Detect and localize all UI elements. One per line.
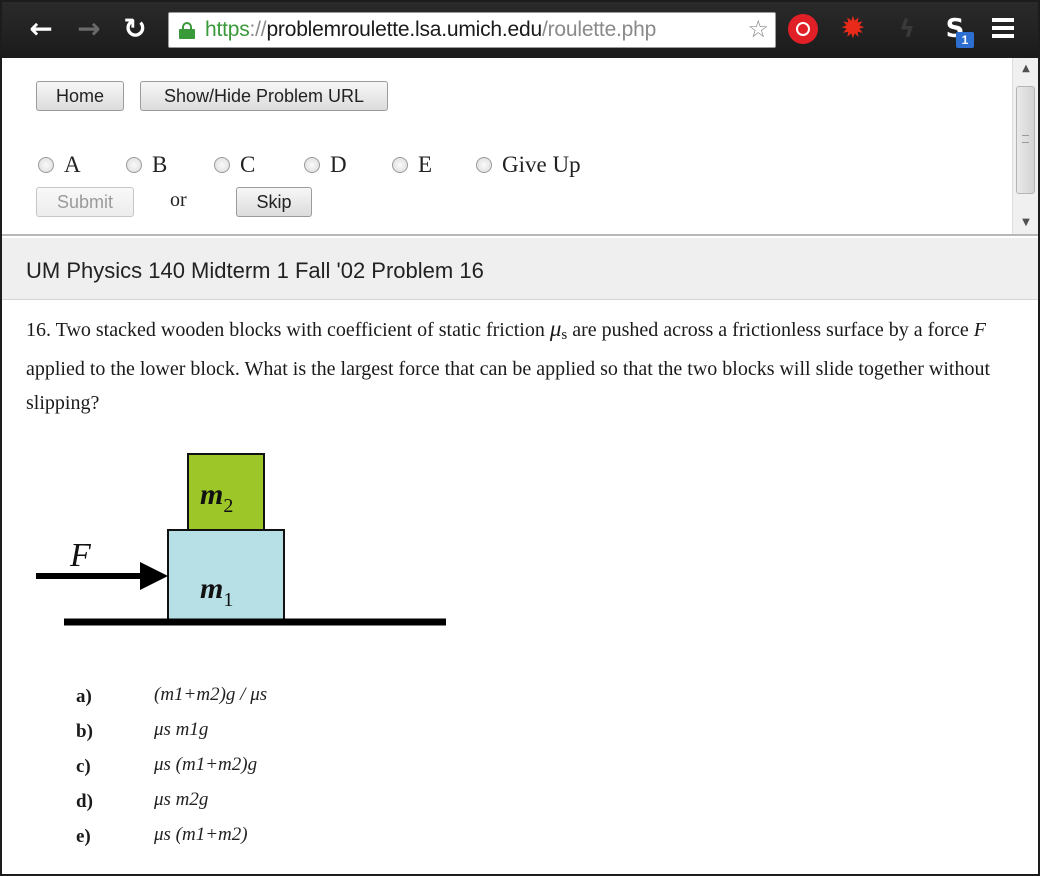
lock-icon bbox=[179, 22, 195, 39]
address-bar[interactable]: https://problemroulette.lsa.umich.edu/ro… bbox=[168, 12, 776, 48]
answer-item: d) μs m2g bbox=[76, 787, 476, 822]
answer-list: a) (m1+m2)g / μs b) μs m1g c) μs (m1+m2)g d… bbox=[76, 682, 476, 857]
forward-icon[interactable]: → bbox=[72, 12, 106, 46]
answer-expression: μs m1g bbox=[154, 719, 209, 740]
radio-icon[interactable] bbox=[38, 157, 54, 173]
answer-item: b) μs m1g bbox=[76, 717, 476, 752]
blocks-diagram: F m2 m1 bbox=[36, 453, 446, 626]
scroll-up-icon[interactable]: ▲ bbox=[1013, 58, 1039, 80]
radio-icon[interactable] bbox=[126, 157, 142, 173]
choice-e[interactable]: E bbox=[392, 150, 432, 180]
choice-give-up[interactable]: Give Up bbox=[476, 150, 581, 180]
red-extension-icon[interactable] bbox=[788, 14, 818, 44]
browser-toolbar: ← → ↻ https://problemroulette.lsa.umich.… bbox=[2, 2, 1038, 58]
statement-part: applied to the lower block. What is the … bbox=[26, 358, 991, 414]
answer-expression: μs (m1+m2)g bbox=[154, 754, 258, 775]
scroll-down-icon[interactable]: ▼ bbox=[1013, 212, 1039, 234]
problem-statement: 16. Two stacked wooden blocks with coeff… bbox=[26, 312, 1026, 420]
answer-letter: e) bbox=[76, 826, 91, 847]
home-button[interactable]: Home bbox=[36, 81, 124, 111]
problem-header: UM Physics 140 Midterm 1 Fall '02 Proble… bbox=[2, 238, 1038, 300]
url-scheme: https bbox=[205, 18, 250, 41]
statement-part: are pushed across a frictionless surface… bbox=[567, 319, 974, 341]
choice-b[interactable]: B bbox=[126, 150, 167, 180]
submit-button[interactable]: Submit bbox=[36, 187, 134, 217]
star-icon[interactable]: ☆ bbox=[745, 15, 769, 43]
skype-icon[interactable]: S1 bbox=[940, 14, 974, 48]
force-symbol: F bbox=[973, 319, 986, 341]
force-label: F bbox=[69, 537, 92, 574]
url-slashes: :// bbox=[249, 18, 267, 41]
bolt-extension-icon[interactable]: ϟ bbox=[892, 14, 922, 44]
reload-icon[interactable]: ↻ bbox=[118, 12, 152, 46]
burst-extension-icon[interactable]: ✹ bbox=[838, 14, 868, 44]
choice-label: E bbox=[418, 152, 433, 177]
answer-item: a) (m1+m2)g / μs bbox=[76, 682, 476, 717]
answer-expression: μs (m1+m2) bbox=[154, 824, 248, 845]
statement-part: 16. Two stacked wooden blocks with coeff… bbox=[26, 319, 550, 341]
answer-letter: c) bbox=[76, 756, 91, 777]
scrollbar[interactable]: ▲ ▼ bbox=[1012, 58, 1038, 234]
answer-item: e) μs (m1+m2) bbox=[76, 822, 476, 857]
radio-icon[interactable] bbox=[304, 157, 320, 173]
show-hide-url-button[interactable]: Show/Hide Problem URL bbox=[140, 81, 388, 111]
answer-letter: a) bbox=[76, 686, 92, 707]
choice-label: C bbox=[240, 152, 256, 177]
choice-d[interactable]: D bbox=[304, 150, 347, 180]
browser-window: ← → ↻ https://problemroulette.lsa.umich.… bbox=[0, 0, 1040, 876]
url-host: problemroulette.lsa.umich.edu bbox=[266, 18, 542, 41]
url-text[interactable]: https://problemroulette.lsa.umich.edu/ro… bbox=[205, 18, 656, 42]
choice-a[interactable]: A bbox=[38, 150, 81, 180]
answer-expression: (m1+m2)g / μs bbox=[154, 684, 268, 705]
url-path: /roulette.php bbox=[541, 18, 657, 41]
extension-badge: 1 bbox=[956, 32, 974, 48]
mu-symbol: μ bbox=[549, 316, 562, 341]
problem-title: UM Physics 140 Midterm 1 Fall '02 Proble… bbox=[26, 258, 484, 283]
choice-label: D bbox=[330, 152, 347, 177]
choice-label: A bbox=[64, 152, 81, 177]
or-label: or bbox=[170, 189, 187, 211]
scrollbar-thumb[interactable] bbox=[1016, 86, 1035, 194]
back-icon[interactable]: ← bbox=[24, 12, 58, 46]
answer-letter: d) bbox=[76, 791, 93, 812]
skip-button[interactable]: Skip bbox=[236, 187, 312, 217]
choice-c[interactable]: C bbox=[214, 150, 255, 180]
radio-icon[interactable] bbox=[476, 157, 492, 173]
choice-label: Give Up bbox=[502, 152, 581, 177]
answer-item: c) μs (m1+m2)g bbox=[76, 752, 476, 787]
answer-controls: Home Show/Hide Problem URL A B C D E Giv… bbox=[2, 58, 1038, 236]
answer-expression: μs m2g bbox=[154, 789, 209, 810]
force-arrowhead bbox=[140, 562, 168, 590]
menu-icon[interactable] bbox=[992, 18, 1014, 40]
answer-letter: b) bbox=[76, 721, 93, 742]
radio-icon[interactable] bbox=[392, 157, 408, 173]
choice-label: B bbox=[152, 152, 168, 177]
radio-icon[interactable] bbox=[214, 157, 230, 173]
